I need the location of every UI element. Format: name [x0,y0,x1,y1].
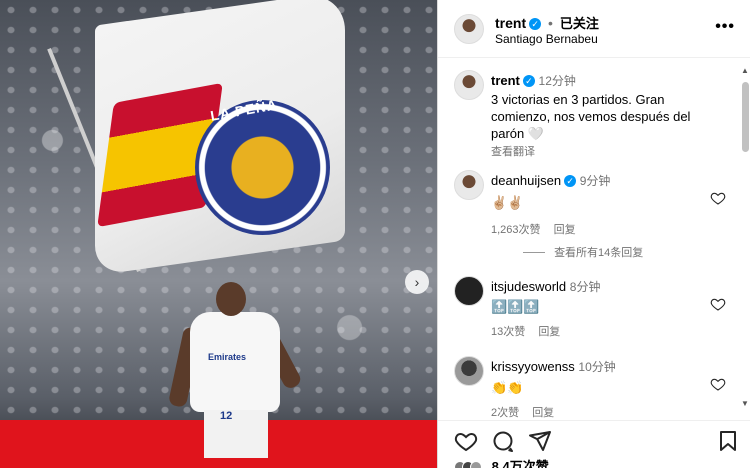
comment-text: ✌🏼✌🏼 [491,195,524,210]
comments-scrollbar[interactable]: ▲ ▼ [739,66,750,408]
post-header: trent ✓ • 已关注 Santiago Bernabeu ••• [438,0,750,58]
comment-text: 🔝🔝🔝 [491,299,540,314]
comments-scroll-area[interactable]: trent ✓ 12分钟 3 victorias en 3 partidos. G… [438,58,738,420]
location-link[interactable]: Santiago Bernabeu [495,32,598,46]
commenter-username[interactable]: itsjudesworld [491,279,566,294]
scroll-down-icon[interactable]: ▼ [741,399,749,408]
chevron-right-icon: › [414,274,420,290]
next-image-button[interactable]: › [405,270,429,294]
commenter-username[interactable]: krissyyowenss [491,359,575,374]
author-line: trent ✓ • 已关注 [495,15,599,31]
commenter-avatar[interactable] [454,276,484,306]
liker-avatar [470,461,482,468]
share-icon[interactable] [528,429,552,453]
reply-button[interactable]: 回复 [538,326,560,338]
player-figure: Emirates 12 [167,282,304,468]
caption-time: 12分钟 [538,74,576,88]
heart-icon[interactable] [710,376,726,392]
comment-like-count[interactable]: 2次赞 [491,407,519,419]
post-image: LA PEÑA Emirates 12 › [0,0,437,468]
follow-status-button[interactable]: 已关注 [560,16,599,31]
caption-avatar[interactable] [454,70,484,100]
commenter-avatar[interactable] [454,356,484,386]
comment-like-count[interactable]: 13次赞 [491,326,525,338]
bookmark-icon[interactable] [716,429,740,453]
heart-icon[interactable] [710,296,726,312]
verified-badge-icon: ✓ [529,18,542,30]
likes-summary[interactable]: 8.4万次赞 [454,456,549,468]
translate-link[interactable]: 查看翻译 [491,143,723,159]
author-avatar[interactable] [454,14,484,44]
caption-username[interactable]: trent [491,73,520,88]
shirt-number: 12 [220,410,233,422]
commenter-username[interactable]: deanhuijsen [491,173,561,188]
scroll-up-icon[interactable]: ▲ [741,66,749,75]
comment-icon[interactable] [491,429,515,453]
verified-badge-icon: ✓ [564,175,577,187]
commenter-avatar[interactable] [454,170,484,200]
heart-icon[interactable] [454,429,478,453]
comment-time: 10分钟 [578,360,616,374]
author-username[interactable]: trent [495,15,526,31]
likes-count: 8.4万次赞 [491,459,549,468]
comment-time: 9分钟 [579,174,611,188]
comment-text: 👏👏 [491,380,524,395]
scrollbar-thumb[interactable] [742,82,749,152]
comment-time: 8分钟 [569,280,601,294]
caption-text: 3 victorias en 3 partidos. Gran comienzo… [491,92,691,141]
more-options-icon[interactable]: ••• [715,18,735,36]
heart-icon[interactable] [710,190,726,206]
comment-like-count[interactable]: 1,263次赞 [491,224,541,236]
reply-button[interactable]: 回复 [554,224,576,236]
post-details-panel: trent ✓ • 已关注 Santiago Bernabeu ••• trent… [437,0,750,468]
shirt-sponsor: Emirates [208,352,247,362]
verified-badge-icon: ✓ [522,75,535,87]
view-replies-link[interactable]: 查看所有14条回复 [554,247,643,259]
reply-button[interactable]: 回复 [532,407,554,419]
